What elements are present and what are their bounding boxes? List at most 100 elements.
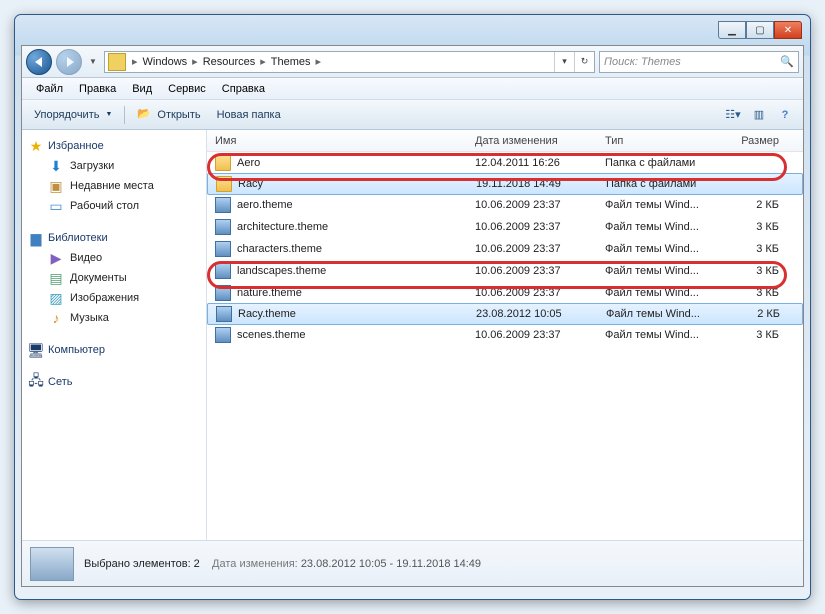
new-folder-button[interactable]: Новая папка <box>211 106 287 124</box>
file-row[interactable]: nature.theme10.06.2009 23:37Файл темы Wi… <box>207 282 803 304</box>
file-type: Файл темы Wind... <box>597 221 727 233</box>
file-type: Папка с файлами <box>597 157 727 169</box>
menu-edit[interactable]: Правка <box>71 81 124 97</box>
sidebar-favorites[interactable]: ★Избранное <box>22 136 206 156</box>
views-button[interactable]: ☷ ▾ <box>721 104 745 126</box>
sidebar-music[interactable]: ♪Музыка <box>22 308 206 328</box>
sidebar-desktop[interactable]: ▭Рабочий стол <box>22 196 206 216</box>
sidebar-computer[interactable]: 🖥Компьютер <box>22 340 206 360</box>
crumb-sep[interactable]: ▸ <box>313 55 325 68</box>
crumb-sep[interactable]: ▸ <box>257 55 269 68</box>
col-date[interactable]: Дата изменения <box>467 135 597 147</box>
theme-file-icon <box>215 241 231 257</box>
menu-bar: Файл Правка Вид Сервис Справка <box>22 78 803 100</box>
views-icon: ☷ <box>725 108 735 121</box>
image-icon: ▨ <box>48 290 64 306</box>
preview-pane-button[interactable]: ▥ <box>747 104 771 126</box>
status-date-value: 23.08.2012 10:05 - 19.11.2018 14:49 <box>301 558 481 570</box>
column-headers: Имя Дата изменения Тип Размер <box>207 130 803 152</box>
search-icon: 🔍 <box>780 55 794 68</box>
history-dropdown[interactable]: ▼ <box>86 52 100 72</box>
search-input[interactable]: Поиск: Themes 🔍 <box>599 51 799 73</box>
crumb-resources[interactable]: Resources <box>201 56 258 68</box>
file-type: Файл темы Wind... <box>597 329 727 341</box>
computer-icon: 🖥 <box>28 342 44 358</box>
back-arrow-icon <box>35 57 42 67</box>
file-size: 3 КБ <box>727 265 787 277</box>
file-size: 2 КБ <box>728 308 788 320</box>
theme-file-icon <box>215 263 231 279</box>
file-row[interactable]: Racy19.11.2018 14:49Папка с файлами <box>207 173 803 195</box>
sidebar-libraries[interactable]: ▆Библиотеки <box>22 228 206 248</box>
col-size[interactable]: Размер <box>727 135 787 147</box>
sidebar-downloads[interactable]: ⬇Загрузки <box>22 156 206 176</box>
file-date: 10.06.2009 23:37 <box>467 329 597 341</box>
crumb-sep[interactable]: ▸ <box>129 55 141 68</box>
file-name: Racy.theme <box>238 308 296 320</box>
menu-file[interactable]: Файл <box>28 81 71 97</box>
file-type: Папка с файлами <box>598 178 728 190</box>
menu-help[interactable]: Справка <box>214 81 273 97</box>
status-thumbnail <box>30 547 74 581</box>
theme-file-icon <box>215 219 231 235</box>
refresh-button[interactable]: ↻ <box>574 52 594 72</box>
file-name: characters.theme <box>237 243 322 255</box>
file-row[interactable]: landscapes.theme10.06.2009 23:37Файл тем… <box>207 260 803 282</box>
file-row[interactable]: Racy.theme23.08.2012 10:05Файл темы Wind… <box>207 303 803 325</box>
file-date: 12.04.2011 16:26 <box>467 157 597 169</box>
organize-button[interactable]: Упорядочить▼ <box>28 106 118 124</box>
download-icon: ⬇ <box>48 158 64 174</box>
sidebar-documents[interactable]: ▤Документы <box>22 268 206 288</box>
file-row[interactable]: characters.theme10.06.2009 23:37Файл тем… <box>207 238 803 260</box>
sidebar-images[interactable]: ▨Изображения <box>22 288 206 308</box>
help-button[interactable]: ? <box>773 104 797 126</box>
close-button[interactable]: ✕ <box>774 21 802 39</box>
video-icon: ▶ <box>48 250 64 266</box>
back-button[interactable] <box>26 49 52 75</box>
star-icon: ★ <box>28 138 44 154</box>
sidebar-recent[interactable]: ▣Недавние места <box>22 176 206 196</box>
desktop-icon: ▭ <box>48 198 64 214</box>
file-date: 19.11.2018 14:49 <box>468 178 598 190</box>
maximize-button[interactable]: ▢ <box>746 21 774 39</box>
crumb-themes[interactable]: Themes <box>269 56 313 68</box>
crumb-windows[interactable]: Windows <box>141 56 190 68</box>
file-row[interactable]: Aero12.04.2011 16:26Папка с файлами <box>207 152 803 174</box>
address-dropdown[interactable]: ▾ <box>554 52 574 72</box>
col-type[interactable]: Тип <box>597 135 727 147</box>
file-row[interactable]: aero.theme10.06.2009 23:37Файл темы Wind… <box>207 194 803 216</box>
theme-file-icon <box>215 197 231 213</box>
help-icon: ? <box>782 109 789 121</box>
search-placeholder: Поиск: Themes <box>604 56 681 68</box>
recent-icon: ▣ <box>48 178 64 194</box>
folder-icon <box>108 53 126 71</box>
crumb-sep[interactable]: ▸ <box>189 55 201 68</box>
theme-file-icon <box>215 327 231 343</box>
col-name[interactable]: Имя <box>207 135 467 147</box>
network-icon: 🖧 <box>28 374 44 390</box>
sidebar-network[interactable]: 🖧Сеть <box>22 372 206 392</box>
preview-icon: ▥ <box>754 108 764 121</box>
title-bar: ▁ ▢ ✕ <box>21 21 804 45</box>
sidebar-videos[interactable]: ▶Видео <box>22 248 206 268</box>
file-row[interactable]: architecture.theme 10.06.2009 23:37Файл т… <box>207 216 803 238</box>
file-type: Файл темы Wind... <box>597 199 727 211</box>
menu-tools[interactable]: Сервис <box>160 81 214 97</box>
folder-icon <box>215 155 231 171</box>
file-name: nature.theme <box>237 287 302 299</box>
file-list[interactable]: Имя Дата изменения Тип Размер Aero12.04.… <box>207 130 803 540</box>
file-name: landscapes.theme <box>237 265 326 277</box>
menu-view[interactable]: Вид <box>124 81 160 97</box>
address-bar[interactable]: ▸ Windows ▸ Resources ▸ Themes ▸ ▾ ↻ <box>104 51 595 73</box>
file-name: scenes.theme <box>237 329 305 341</box>
file-date: 10.06.2009 23:37 <box>467 221 597 233</box>
file-date: 23.08.2012 10:05 <box>468 308 598 320</box>
file-size: 3 КБ <box>727 329 787 341</box>
open-button[interactable]: 📂Открыть <box>131 104 206 126</box>
forward-button[interactable] <box>56 49 82 75</box>
file-name: architecture.theme <box>237 221 328 233</box>
file-size: 3 КБ <box>727 287 787 299</box>
folder-icon <box>216 176 232 192</box>
file-row[interactable]: scenes.theme 10.06.2009 23:37Файл темы Wi… <box>207 324 803 346</box>
minimize-button[interactable]: ▁ <box>718 21 746 39</box>
